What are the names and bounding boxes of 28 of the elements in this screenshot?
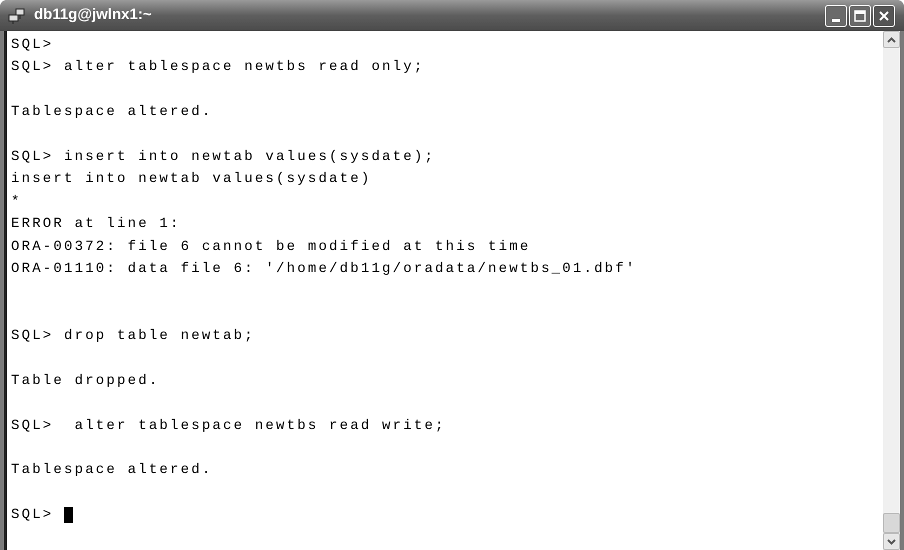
maximize-icon xyxy=(854,10,866,22)
close-icon xyxy=(878,10,890,22)
close-button[interactable] xyxy=(873,4,895,26)
minimize-icon xyxy=(832,18,840,22)
terminal-line: ORA-01110: data file 6: '/home/db11g/oradata/newtbs_01.dbf' xyxy=(11,260,636,279)
terminal-line: ERROR at line 1: xyxy=(11,215,181,234)
terminal-line: insert into newtab values(sysdate) xyxy=(11,170,372,190)
scroll-down-button[interactable] xyxy=(883,533,900,550)
terminal-line: ORA-00372: file 6 cannot be modified at this time xyxy=(11,238,530,257)
minimize-button[interactable] xyxy=(825,4,847,26)
down-caret-icon xyxy=(887,538,896,544)
computer-icon xyxy=(8,6,26,24)
terminal-line: SQL> alter tablespace newtbs read write; xyxy=(11,416,446,436)
maximize-button[interactable] xyxy=(849,4,871,26)
scroll-thumb[interactable] xyxy=(883,513,900,533)
scroll-up-button[interactable] xyxy=(883,31,900,48)
up-caret-icon xyxy=(887,36,896,42)
terminal-line: Tablespace altered. xyxy=(11,103,212,122)
terminal-line: * xyxy=(11,192,22,212)
scrollbar[interactable] xyxy=(883,31,900,550)
terminal-line: SQL> xyxy=(11,36,54,55)
terminal-line: Table dropped. xyxy=(11,372,160,391)
terminal-line: SQL> alter tablespace newtbs read only; xyxy=(11,58,424,78)
terminal-line: SQL> insert into newtab values(sysdate); xyxy=(11,148,436,167)
terminal-line: SQL> xyxy=(11,506,54,526)
window-title: db11g@jwlnx1:~ xyxy=(34,5,153,26)
terminal-line: Tablespace altered. xyxy=(11,461,212,480)
terminal-line: SQL> drop table newtab; xyxy=(11,327,255,346)
